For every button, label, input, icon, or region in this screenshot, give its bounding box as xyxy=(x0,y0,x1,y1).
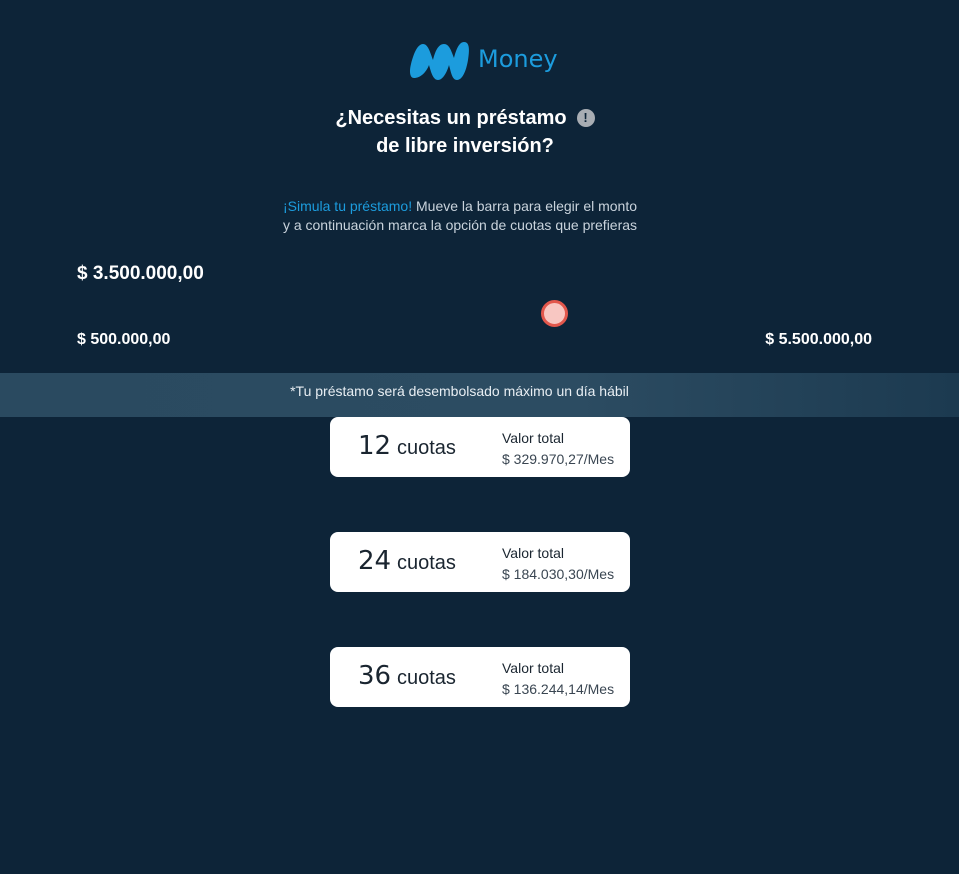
installment-option-24[interactable]: 24 cuotas Valor total $ 184.030,30/Mes xyxy=(330,532,630,592)
min-amount-label: $ 500.000,00 xyxy=(77,331,171,348)
monthly-payment: $ 136.244,14/Mes xyxy=(502,681,615,697)
total-value-label: Valor total xyxy=(502,660,564,676)
slider-track[interactable] xyxy=(77,312,872,314)
installment-unit: cuotas xyxy=(397,437,456,459)
page-title: ¿Necesitas un préstamo ! de libre invers… xyxy=(0,104,930,160)
info-icon[interactable]: ! xyxy=(576,109,595,127)
instructions-line-2: y a continuación marca la opción de cuot… xyxy=(282,217,638,233)
monthly-payment: $ 184.030,30/Mes xyxy=(502,566,615,582)
amount-slider[interactable] xyxy=(77,300,872,327)
installment-option-12[interactable]: 12 cuotas Valor total $ 329.970,27/Mes xyxy=(330,417,630,477)
installment-unit: cuotas xyxy=(397,667,456,689)
disbursement-notice-text: *Tu préstamo será desembolsado máximo un… xyxy=(290,383,629,399)
monthly-payment: $ 329.970,27/Mes xyxy=(502,451,615,467)
installment-option-36[interactable]: 36 cuotas Valor total $ 136.244,14/Mes xyxy=(330,647,630,707)
simulate-highlight: ¡Simula tu préstamo! xyxy=(282,198,413,214)
disbursement-notice: *Tu préstamo será desembolsado máximo un… xyxy=(0,373,959,417)
movistar-m-icon xyxy=(410,42,469,80)
instructions-line-1: Mueve la barra para elegir el monto xyxy=(412,198,638,214)
title-line-2: de libre inversión? xyxy=(376,135,554,157)
installment-count: 24 xyxy=(358,546,392,576)
total-value-label: Valor total xyxy=(502,430,564,446)
simulator-instructions: ¡Simula tu préstamo! Mueve la barra para… xyxy=(0,197,920,235)
title-line-1: ¿Necesitas un préstamo xyxy=(335,107,567,129)
brand-logo: Money xyxy=(408,38,558,84)
slider-thumb[interactable] xyxy=(541,300,568,327)
installment-count: 12 xyxy=(358,431,392,461)
selected-amount: $ 3.500.000,00 xyxy=(77,263,204,284)
installment-unit: cuotas xyxy=(397,552,456,574)
installment-count: 36 xyxy=(358,661,392,691)
brand-name: Money xyxy=(478,45,558,73)
max-amount-label: $ 5.500.000,00 xyxy=(765,331,872,348)
total-value-label: Valor total xyxy=(502,545,564,561)
